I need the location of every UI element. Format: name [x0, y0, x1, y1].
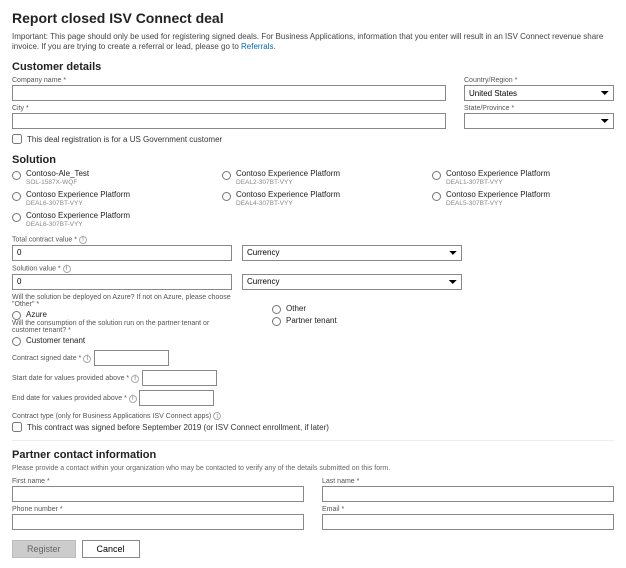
contract-type-checkbox[interactable]	[12, 422, 22, 432]
last-name-input[interactable]	[322, 486, 614, 502]
total-value-input[interactable]	[12, 245, 232, 261]
gov-label: This deal registration is for a US Gover…	[27, 135, 222, 144]
important-note: Important: This page should only be used…	[12, 32, 614, 51]
solution-value-input[interactable]	[12, 274, 232, 290]
page-title: Report closed ISV Connect deal	[12, 10, 614, 26]
divider	[12, 440, 614, 441]
gov-checkbox[interactable]	[12, 134, 22, 144]
register-button[interactable]: Register	[12, 540, 76, 558]
currency-select[interactable]: Currency	[242, 245, 462, 261]
end-date-input[interactable]	[139, 390, 214, 406]
start-date-input[interactable]	[142, 370, 217, 386]
phone-label: Phone number *	[12, 506, 304, 513]
country-label: Country/Region *	[464, 77, 614, 84]
info-icon: i	[213, 412, 221, 420]
country-select[interactable]: United States	[464, 85, 614, 101]
info-icon: i	[79, 236, 87, 244]
info-icon: i	[63, 265, 71, 273]
solution-radio[interactable]	[12, 171, 21, 180]
consumption-partner-radio[interactable]	[272, 317, 281, 326]
solution-section-title: Solution	[12, 154, 614, 166]
partner-section-title: Partner contact information	[12, 449, 614, 461]
city-input[interactable]	[12, 113, 446, 129]
info-icon: i	[129, 395, 137, 403]
first-name-label: First name *	[12, 478, 304, 485]
customer-section-title: Customer details	[12, 61, 614, 73]
solution-radio[interactable]	[432, 171, 441, 180]
first-name-input[interactable]	[12, 486, 304, 502]
info-icon: i	[131, 375, 139, 383]
company-label: Company name *	[12, 77, 446, 84]
company-input[interactable]	[12, 85, 446, 101]
deploy-azure-radio[interactable]	[12, 311, 21, 320]
partner-note: Please provide a contact within your org…	[12, 465, 614, 472]
solution-radio[interactable]	[12, 192, 21, 201]
city-label: City *	[12, 105, 446, 112]
phone-input[interactable]	[12, 514, 304, 530]
email-label: Email *	[322, 506, 614, 513]
contract-type-label: This contract was signed before Septembe…	[27, 423, 329, 432]
referrals-link[interactable]: Referrals	[241, 42, 273, 51]
signed-date-input[interactable]	[94, 350, 169, 366]
deploy-other-radio[interactable]	[272, 305, 281, 314]
currency-select-2[interactable]: Currency	[242, 274, 462, 290]
deploy-label: Will the solution be deployed on Azure? …	[12, 294, 232, 308]
info-icon: i	[83, 355, 91, 363]
consumption-customer-radio[interactable]	[12, 337, 21, 346]
cancel-button[interactable]: Cancel	[82, 540, 140, 558]
solution-radio[interactable]	[222, 171, 231, 180]
solution-radio[interactable]	[432, 192, 441, 201]
consumption-label: Will the consumption of the solution run…	[12, 320, 232, 334]
state-label: State/Province *	[464, 105, 614, 112]
solution-list: Contoso-Ale_TestSOL-1587X-WQF Contoso Ex…	[12, 170, 614, 227]
last-name-label: Last name *	[322, 478, 614, 485]
state-select[interactable]	[464, 113, 614, 129]
solution-radio[interactable]	[222, 192, 231, 201]
email-input[interactable]	[322, 514, 614, 530]
solution-radio[interactable]	[12, 213, 21, 222]
